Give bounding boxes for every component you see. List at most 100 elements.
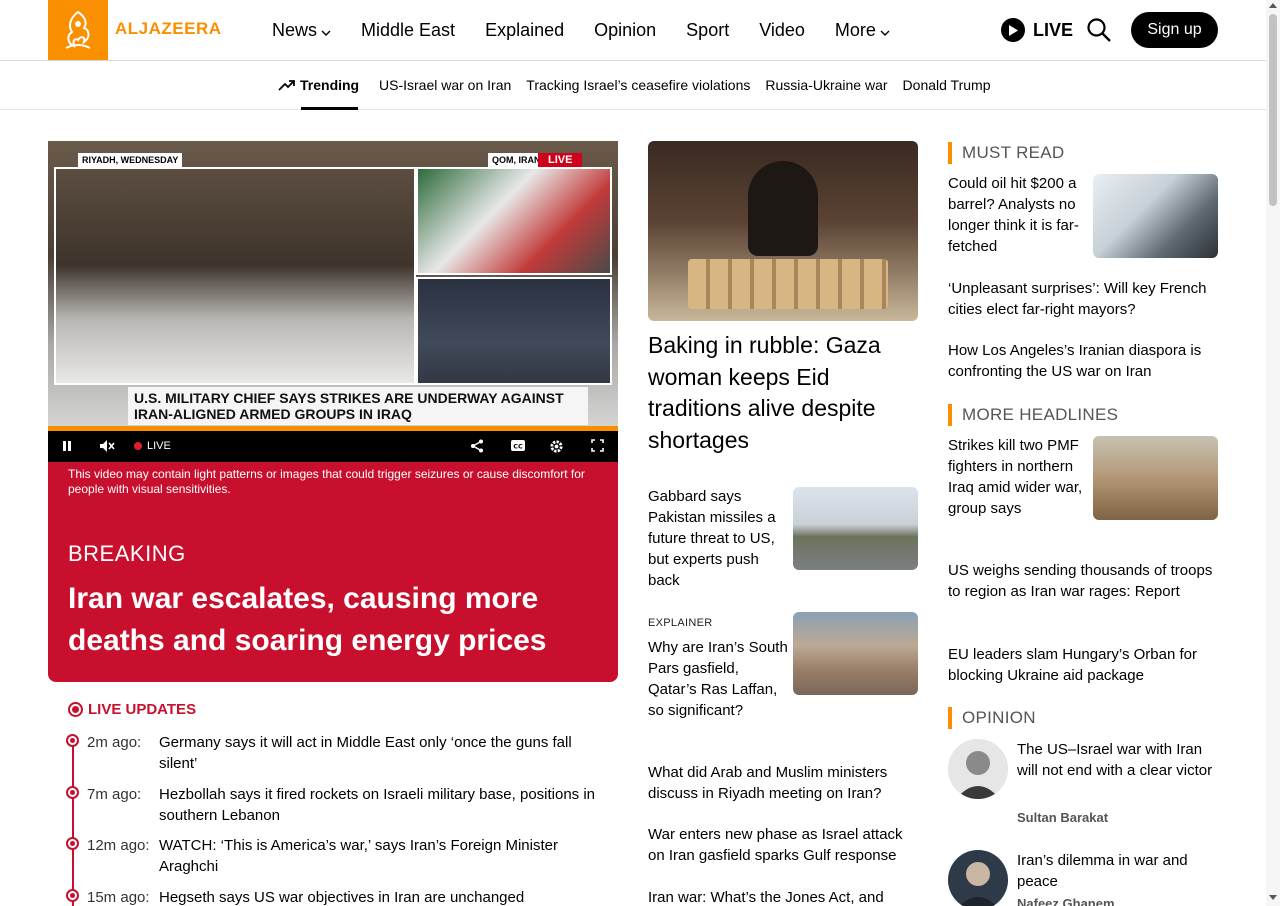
opinion-author[interactable]: Sultan Barakat (1017, 810, 1108, 825)
nav-item-opinion[interactable]: Opinion (594, 20, 656, 41)
nav-label: News (272, 19, 318, 40)
aljazeera-logo-icon[interactable] (48, 0, 108, 60)
settings-gear-icon[interactable] (549, 439, 564, 459)
video-lower-third: U.S. MILITARY CHIEF SAYS STRIKES ARE UND… (128, 387, 588, 425)
author-avatar[interactable] (948, 739, 1008, 799)
must-read-heading: MUST READ (948, 142, 1065, 164)
nav-label: Video (759, 19, 805, 40)
video-frame: RIYADH, WEDNESDAY QOM, IRAN LIVE U.S. MI… (48, 141, 618, 431)
video-live-indicator: LIVE (134, 440, 171, 452)
nav-item-explained[interactable]: Explained (485, 20, 564, 41)
timeline-dot-icon (66, 786, 79, 799)
page-scrollbar[interactable] (1266, 0, 1280, 906)
update-time: 2m ago: (87, 734, 142, 751)
trending-link[interactable]: Tracking Israel’s ceasefire violations (526, 77, 750, 93)
trending-up-icon (278, 79, 296, 91)
story-title[interactable]: Why are Iran’s South Pars gasfield, Qata… (648, 637, 788, 721)
trending-link[interactable]: Donald Trump (903, 77, 991, 93)
seizure-warning: This video may contain light patterns or… (68, 467, 585, 496)
live-updates-label: LIVE UPDATES (88, 701, 197, 718)
opinion-title[interactable]: Iran’s dilemma in war and peace (1017, 850, 1217, 892)
live-updates-heading[interactable]: LIVE UPDATES (68, 701, 196, 718)
trending-bar: Trending US-Israel war on Iran Tracking … (0, 61, 1266, 110)
scroll-up-arrow-icon[interactable] (1269, 3, 1277, 8)
author-avatar[interactable] (948, 850, 1008, 906)
video-player[interactable]: RIYADH, WEDNESDAY QOM, IRAN LIVE U.S. MI… (48, 141, 618, 462)
story-title[interactable]: EU leaders slam Hungary’s Orban for bloc… (948, 644, 1220, 686)
story-title[interactable]: How Los Angeles’s Iranian diaspora is co… (948, 340, 1218, 382)
fullscreen-icon[interactable] (591, 439, 604, 457)
nav-item-more[interactable]: More (835, 20, 890, 41)
story-title[interactable]: Iran war: What’s the Jones Act, and (648, 887, 920, 906)
story-title[interactable]: What did Arab and Muslim ministers discu… (648, 762, 920, 804)
pause-icon[interactable] (62, 439, 72, 457)
nav-item-sport[interactable]: Sport (686, 20, 729, 41)
share-icon[interactable] (470, 439, 484, 458)
timeline-dot-icon (66, 889, 79, 902)
story-title[interactable]: War enters new phase as Israel attack on… (648, 824, 920, 866)
controls-live-label: LIVE (147, 440, 171, 452)
scroll-down-arrow-icon[interactable] (1269, 895, 1277, 900)
story-title[interactable]: Strikes kill two PMF fighters in norther… (948, 435, 1088, 519)
video-controls: LIVE CC (48, 431, 618, 462)
gasfield-thumbnail[interactable] (793, 612, 918, 695)
trending-link[interactable]: Russia-Ukraine war (765, 77, 887, 93)
update-text[interactable]: Hezbollah says it fired rockets on Israe… (159, 784, 604, 826)
nav-item-middle-east[interactable]: Middle East (361, 20, 455, 41)
story-title[interactable]: Gabbard says Pakistan missiles a future … (648, 486, 788, 591)
nav-label: Sport (686, 19, 730, 40)
nav-item-news[interactable]: News (272, 20, 331, 41)
opinion-heading: OPINION (948, 707, 1036, 729)
opinion-title[interactable]: The US–Israel war with Iran will not end… (1017, 739, 1217, 781)
play-icon (1001, 18, 1025, 42)
video-panel-meeting (54, 167, 416, 385)
video-live-badge: LIVE (538, 153, 583, 167)
story-title[interactable]: US weighs sending thousands of troops to… (948, 560, 1220, 602)
story-title[interactable]: ‘Unpleasant surprises’: Will key French … (948, 278, 1218, 320)
missile-thumbnail[interactable] (793, 487, 918, 570)
trending-text: Trending (300, 77, 360, 93)
update-text[interactable]: Hegseth says US war objectives in Iran a… (159, 887, 604, 906)
lead-story-headline[interactable]: Baking in rubble: Gaza woman keeps Eid t… (648, 330, 913, 456)
trending-link[interactable]: US-Israel war on Iran (379, 77, 511, 93)
sign-up-button[interactable]: Sign up (1131, 12, 1218, 48)
gaza-baking-image[interactable] (648, 141, 918, 321)
image-tray (688, 259, 888, 309)
nav-label: More (834, 19, 876, 40)
opinion-author[interactable]: Nafeez Ghanem (1017, 896, 1115, 906)
scrollbar-thumb[interactable] (1269, 14, 1277, 206)
mute-icon[interactable] (99, 439, 115, 458)
story-title[interactable]: Could oil hit $200 a barrel? Analysts no… (948, 173, 1088, 257)
breaking-news-card[interactable]: This video may contain light patterns or… (48, 462, 618, 682)
chevron-down-icon (880, 20, 890, 41)
update-text[interactable]: Germany says it will act in Middle East … (159, 732, 604, 774)
trending-underline (301, 107, 358, 110)
breaking-headline[interactable]: Iran war escalates, causing more deaths … (68, 578, 588, 662)
nav-label: Middle East (361, 19, 456, 40)
live-updates-timeline (72, 742, 74, 906)
oil-pump-thumbnail[interactable] (1093, 174, 1218, 258)
update-text[interactable]: WATCH: ‘This is America’s war,’ says Ira… (159, 835, 604, 877)
live-label: LIVE (1033, 19, 1074, 40)
iraq-fighters-thumbnail[interactable] (1093, 436, 1218, 520)
nav-item-video[interactable]: Video (759, 20, 805, 41)
timeline-dot-icon (66, 734, 79, 747)
story-eyebrow: EXPLAINER (648, 617, 713, 629)
video-panel-studio (416, 277, 612, 385)
trending-label[interactable]: Trending (278, 77, 359, 93)
update-time: 15m ago: (87, 889, 150, 906)
main-nav: News Middle East Explained Opinion Sport… (272, 0, 920, 60)
nav-label: Opinion (594, 19, 657, 40)
live-dot-icon (68, 702, 83, 717)
closed-captions-icon[interactable]: CC (510, 439, 526, 457)
image-figure (748, 161, 818, 256)
video-location-tag: RIYADH, WEDNESDAY (78, 153, 183, 167)
nav-label: Explained (485, 19, 565, 40)
video-location-tag: QOM, IRAN (488, 153, 545, 167)
trending-links: US-Israel war on Iran Tracking Israel’s … (379, 77, 1005, 93)
video-panel-crowd (416, 167, 612, 275)
logo-wordmark[interactable]: ALJAZEERA (115, 19, 222, 39)
search-icon[interactable] (1086, 17, 1112, 48)
update-time: 7m ago: (87, 786, 142, 803)
live-button[interactable]: LIVE (1001, 18, 1073, 42)
